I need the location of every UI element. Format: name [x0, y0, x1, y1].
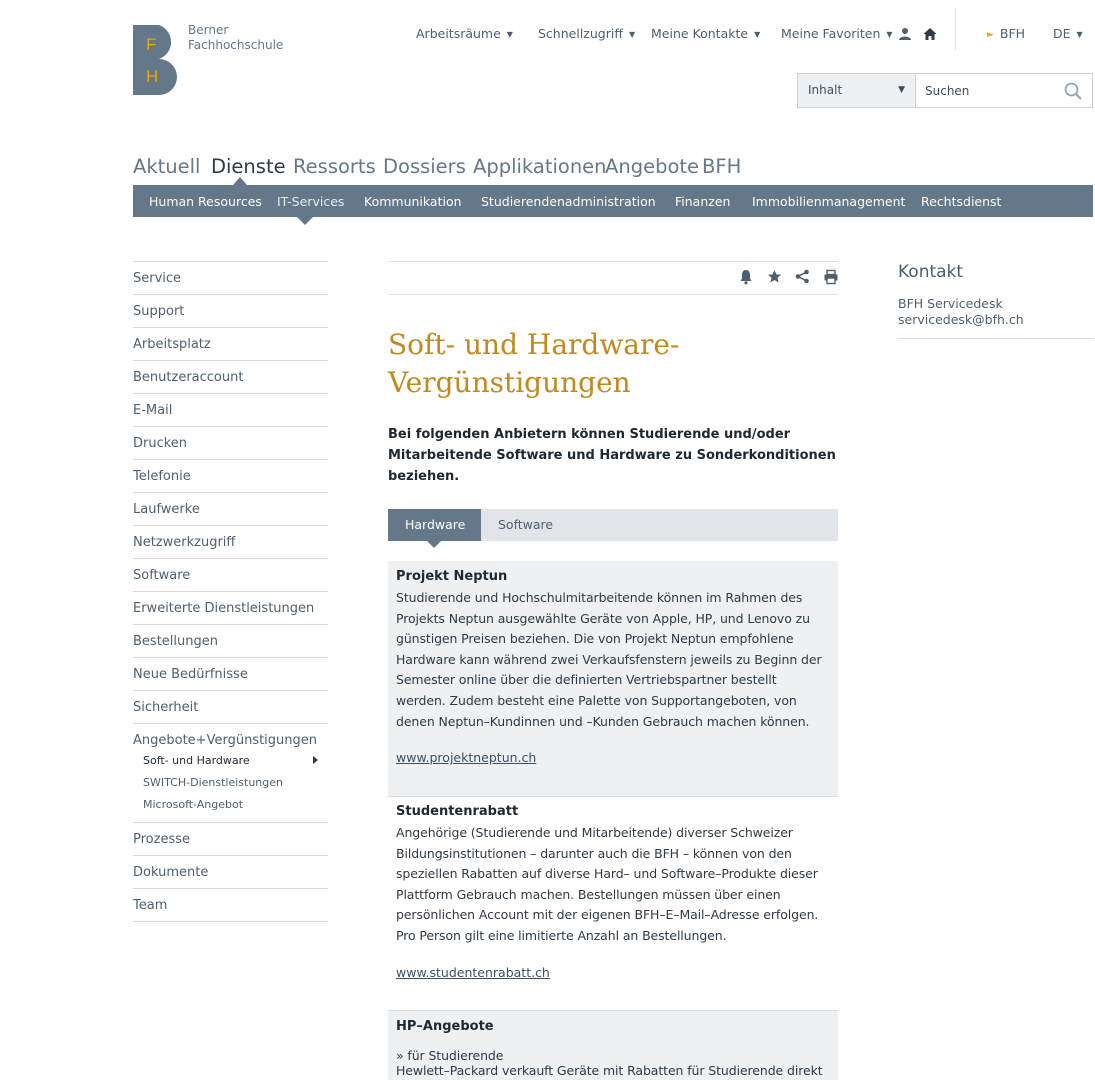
search-scope-select[interactable]: Inhalt ▼ [798, 74, 916, 107]
card-body: Hewlett–Packard verkauft Geräte mit Raba… [396, 1062, 823, 1078]
mainnav-aktuell[interactable]: Aktuell [133, 155, 200, 178]
sidebar-item-neue-beduerfnisse[interactable]: Neue Bedürfnisse [133, 657, 328, 690]
subnav-it-services[interactable]: IT-Services [277, 194, 344, 209]
contact-email-link[interactable]: servicedesk@bfh.ch [898, 312, 1024, 327]
card-body: Studierende und Hochschulmitarbeitende k… [396, 590, 822, 729]
logo-letter-f: F [146, 35, 156, 54]
sidebar-item-software[interactable]: Software [133, 558, 328, 591]
active-indicator [233, 177, 247, 185]
contact-heading: Kontakt [898, 262, 964, 282]
topnav-schnellzugriff[interactable]: Schnellzugriff ▼ [538, 26, 635, 41]
active-indicator [427, 541, 441, 548]
sidebar-item-angebote-verguenstigungen[interactable]: Angebote+Vergünstigungen [133, 733, 328, 748]
sidebar-item-drucken[interactable]: Drucken [133, 426, 328, 459]
print-icon[interactable] [823, 269, 839, 285]
user-icon[interactable] [898, 26, 912, 40]
sidebar-item-support[interactable]: Support [133, 294, 328, 327]
tab-hardware[interactable]: Hardware [388, 509, 481, 541]
contact-name: BFH Servicedesk [898, 296, 1003, 311]
play-arrow-icon: ► [987, 30, 994, 40]
page-title: Soft- und Hardware- Vergünstigungen [388, 328, 680, 399]
logo-letter-h: H [146, 67, 158, 86]
card-body: Angehörige (Studierende und Mitarbeitend… [396, 825, 819, 943]
sidebar-item-email[interactable]: E-Mail [133, 393, 328, 426]
sidebar-item-bestellungen[interactable]: Bestellungen [133, 624, 328, 657]
card-title: Projekt Neptun [396, 569, 508, 584]
sidebar-item-telefonie[interactable]: Telefonie [133, 459, 328, 492]
card-link[interactable]: www.studentenrabatt.ch [396, 965, 550, 980]
chevron-right-icon [313, 756, 318, 764]
mainnav-ressorts[interactable]: Ressorts [293, 155, 376, 178]
tools-bottom-rule [388, 294, 838, 295]
chevron-down-icon: ▼ [898, 85, 905, 95]
language-selector[interactable]: DE ▼ [1053, 26, 1083, 41]
sidebar-item-service[interactable]: Service [133, 261, 328, 294]
sidebar-item-team[interactable]: Team [133, 888, 328, 921]
sidebar-item-erweiterte-dienstleistungen[interactable]: Erweiterte Dienstleistungen [133, 591, 328, 624]
mainnav-bfh[interactable]: BFH [702, 155, 741, 178]
subnav-finanzen[interactable]: Finanzen [675, 194, 730, 209]
chevron-down-icon: ▼ [1076, 30, 1083, 39]
card-title: HP–Angebote [396, 1019, 494, 1034]
chevron-down-icon: ▼ [754, 30, 761, 39]
sidebar-item-dokumente[interactable]: Dokumente [133, 855, 328, 888]
home-icon[interactable] [923, 26, 937, 40]
active-indicator [297, 217, 313, 225]
contact-rule [898, 338, 1094, 339]
sidebar-subitem-soft-und-hardware[interactable]: Soft- und Hardware [133, 754, 328, 770]
offer-card-neptun: Projekt Neptun Studierende und Hochschul… [388, 561, 838, 796]
star-icon[interactable] [767, 269, 783, 285]
chevron-down-icon: ▼ [628, 30, 636, 39]
logo-line-1: Berner [188, 23, 229, 37]
sidebar-item-netzwerkzugriff[interactable]: Netzwerkzugriff [133, 525, 328, 558]
subnav-rechtsdienst[interactable]: Rechtsdienst [921, 194, 1001, 209]
subnav-studierendenadministration[interactable]: Studierendenadministration [481, 194, 656, 209]
sidebar-item-prozesse[interactable]: Prozesse [133, 822, 328, 855]
search-icon[interactable] [1064, 82, 1082, 100]
mainnav-dossiers[interactable]: Dossiers [383, 155, 466, 178]
sidebar-item-sicherheit[interactable]: Sicherheit [133, 690, 328, 723]
search-bar: Inhalt ▼ [797, 73, 1093, 108]
subnav-human-resources[interactable]: Human Resources [149, 194, 262, 209]
offer-card-hp: HP–Angebote » für Studierende Hewlett–Pa… [388, 1011, 838, 1080]
sidebar-item-arbeitsplatz[interactable]: Arbeitsplatz [133, 327, 328, 360]
logo-text[interactable]: Berner Fachhochschule [188, 23, 283, 53]
mainnav-applikationen[interactable]: Applikationen [473, 155, 607, 178]
offer-card-studentenrabatt: Studentenrabatt Angehörige (Studierende … [388, 796, 838, 1010]
sidebar-item-laufwerke[interactable]: Laufwerke [133, 492, 328, 525]
tools-top-rule [388, 261, 838, 262]
bell-icon[interactable] [739, 269, 755, 285]
sidebar-subitem-switch[interactable]: SWITCH-Dienstleistungen [133, 776, 328, 792]
card-link[interactable]: www.projektneptun.ch [396, 750, 536, 765]
mainnav-dienste[interactable]: Dienste [211, 155, 286, 178]
chevron-down-icon: ▼ [506, 30, 513, 39]
subnav-kommunikation[interactable]: Kommunikation [364, 194, 462, 209]
sidebar-nav: Service Support Arbeitsplatz Benutzeracc… [133, 261, 328, 922]
lead-text: Bei folgenden Anbietern können Studieren… [388, 427, 836, 484]
sidebar-item-benutzeraccount[interactable]: Benutzeraccount [133, 360, 328, 393]
share-icon[interactable] [795, 269, 811, 285]
sidebar-group-angebote: Angebote+Vergünstigungen Soft- und Hardw… [133, 723, 328, 822]
topnav-meine-kontakte[interactable]: Meine Kontakte ▼ [651, 26, 760, 41]
chevron-down-icon: ▼ [886, 30, 893, 39]
mainnav-angebote[interactable]: Angebote [605, 155, 699, 178]
topnav-meine-favoriten[interactable]: Meine Favoriten ▼ [781, 26, 893, 41]
sidebar-subitem-microsoft[interactable]: Microsoft-Angebot [133, 798, 328, 814]
tab-software[interactable]: Software [481, 509, 570, 541]
subnav-immobilienmanagement[interactable]: Immobilienmanagement [752, 194, 905, 209]
topnav-arbeitsraeume[interactable]: Arbeitsräume ▼ [416, 26, 513, 41]
sidebar-end-rule [133, 921, 328, 922]
bfh-logo[interactable]: F H [133, 25, 179, 95]
tab-bar: Hardware Software [388, 509, 838, 541]
topnav-divider [955, 8, 956, 50]
logo-line-2: Fachhochschule [188, 38, 284, 52]
topnav-bfh-link[interactable]: ► BFH [987, 26, 1025, 41]
card-title: Studentenrabatt [396, 804, 519, 819]
